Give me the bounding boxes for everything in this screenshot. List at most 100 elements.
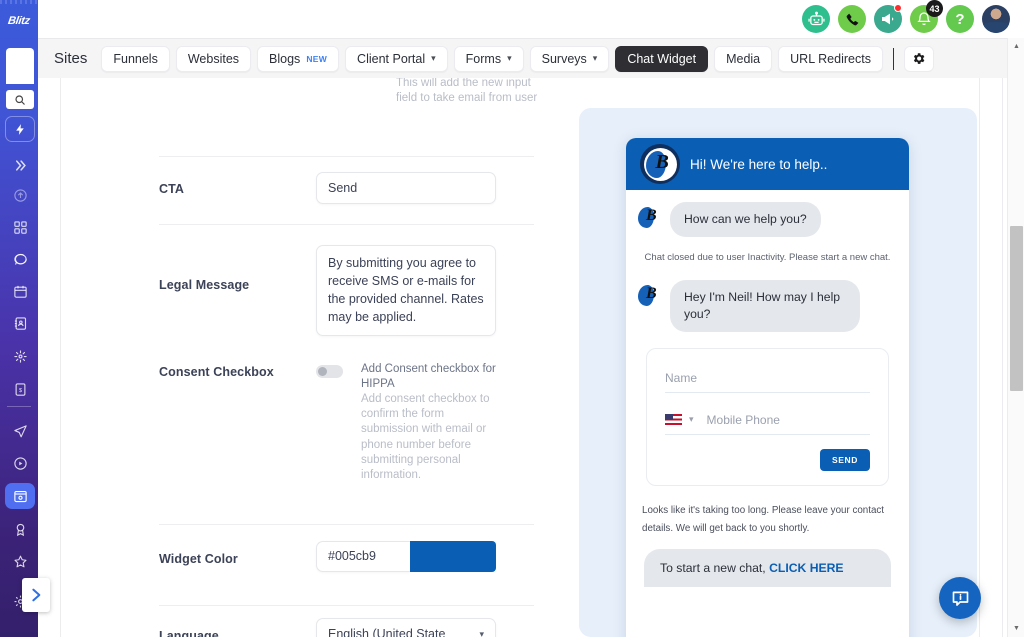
notifications-bell-icon[interactable]: 43 [910, 0, 943, 33]
help-icon[interactable]: ? [946, 5, 974, 33]
tab-label: Funnels [113, 51, 158, 66]
divider [159, 524, 534, 525]
bot-message: Hey I'm Neil! How may I help you? [670, 280, 860, 332]
sidebar-item-marketing[interactable] [5, 418, 35, 444]
scroll-up-glyph: ▲ [1013, 43, 1020, 50]
sidebar-expand-button[interactable] [22, 578, 50, 612]
tab-url-redirects[interactable]: URL Redirects [778, 45, 883, 72]
widget-color-input[interactable]: #005cb9 [316, 541, 410, 572]
chat-info-fab[interactable] [939, 577, 981, 619]
brand-logo[interactable]: Blitz [0, 8, 38, 34]
page-scrollbar-thumb[interactable] [1010, 226, 1023, 391]
tab-label: Forms [465, 51, 502, 66]
tab-label: Client Portal [357, 51, 426, 66]
app-root: Blitz $ 43 ? Sites Funnels Websites Blog… [0, 0, 1024, 637]
sidebar-item-payments[interactable]: $ [5, 376, 35, 402]
brand-avatar-icon: B [640, 144, 680, 184]
section-nav: Sites Funnels Websites Blogs NEW Client … [38, 38, 1024, 78]
bot-avatar-icon: B [638, 206, 662, 230]
language-label: Language [159, 629, 219, 637]
megaphone-alert-dot [894, 4, 902, 12]
content-right-border [1002, 78, 1003, 637]
widget-preview-panel: B Hi! We're here to help.. B How can we … [579, 108, 977, 637]
sidebar-item-dashboard[interactable] [5, 214, 35, 240]
scroll-down-arrow-icon[interactable]: ▼ [1008, 620, 1024, 637]
widget-color-control[interactable]: #005cb9 [316, 541, 496, 572]
divider [159, 156, 534, 157]
gear-icon[interactable] [903, 45, 934, 72]
megaphone-icon[interactable] [874, 4, 902, 33]
consent-title: Add Consent checkbox for HIPPA [361, 363, 496, 391]
tab-forms[interactable]: Forms ▾ [453, 45, 524, 72]
settings-card: This will add the new input field to tak… [60, 78, 980, 637]
tab-websites[interactable]: Websites [175, 45, 252, 72]
name-field[interactable]: Name [665, 371, 870, 393]
widget-header: B Hi! We're here to help.. [626, 138, 909, 190]
sidebar-item-reporting[interactable] [5, 548, 35, 574]
sidebar-top-dots [0, 0, 38, 4]
avatar[interactable] [982, 5, 1010, 33]
legal-message-textarea[interactable]: By submitting you agree to receive SMS o… [316, 245, 496, 336]
timeout-note: Looks like it's taking too long. Please … [642, 504, 885, 535]
sidebar-item-automation[interactable] [5, 450, 35, 476]
new-chat-prefix: To start a new chat, [660, 561, 766, 575]
phone-field[interactable]: ▾ Mobile Phone [665, 413, 870, 435]
chat-widget-settings-form: This will add the new input field to tak… [61, 78, 537, 637]
consent-checkbox-label: Consent Checkbox [159, 365, 274, 379]
sidebar-item-conversations[interactable] [5, 246, 35, 272]
bot-message-row: B How can we help you? [626, 190, 909, 237]
tab-media[interactable]: Media [714, 45, 773, 72]
new-chat-prompt: To start a new chat, CLICK HERE [644, 549, 891, 587]
tab-client-portal[interactable]: Client Portal ▾ [345, 45, 448, 72]
robot-icon[interactable] [802, 5, 830, 33]
sidebar-item-sites[interactable] [5, 483, 35, 509]
phone-placeholder: Mobile Phone [706, 412, 780, 427]
tab-label: Media [726, 51, 761, 66]
chevron-down-icon[interactable]: ▾ [689, 414, 694, 425]
tab-label: Chat Widget [627, 51, 697, 66]
sidebar-item-reputation[interactable] [5, 516, 35, 542]
tab-funnels[interactable]: Funnels [101, 45, 170, 72]
click-here-link[interactable]: CLICK HERE [769, 561, 843, 575]
sidebar-item-expand[interactable] [5, 152, 35, 178]
scroll-down-glyph: ▼ [1013, 625, 1020, 632]
page-scrollbar[interactable]: ▲ ▼ [1007, 38, 1024, 637]
tab-chat-widget[interactable]: Chat Widget [615, 45, 709, 72]
lead-capture-form: Name ▾ Mobile Phone SEND [646, 347, 889, 486]
tab-blogs[interactable]: Blogs NEW [257, 45, 340, 72]
sidebar-item-upgrade[interactable] [5, 182, 35, 208]
scroll-up-arrow-icon[interactable]: ▲ [1008, 38, 1024, 55]
sidebar-item-calendar[interactable] [5, 278, 35, 304]
logo-letter: B [655, 150, 669, 173]
widget-header-text: Hi! We're here to help.. [690, 156, 828, 172]
tab-surveys[interactable]: Surveys ▾ [529, 45, 610, 72]
page-title: Sites [54, 50, 88, 67]
new-badge: NEW [306, 53, 328, 64]
send-button[interactable]: SEND [819, 448, 870, 471]
sidebar-item-contacts[interactable] [5, 310, 35, 336]
bot-avatar-icon: B [638, 284, 662, 308]
tab-label: Surveys [541, 51, 587, 66]
chevron-down-icon: ▾ [592, 53, 598, 63]
language-select[interactable]: English (United State ▾ [316, 618, 496, 637]
content-area: This will add the new input field to tak… [38, 78, 1003, 637]
left-sidebar: Blitz $ [0, 0, 50, 637]
consent-toggle[interactable] [316, 365, 343, 378]
sidebar-active-panel [6, 48, 34, 84]
chat-widget-preview: B Hi! We're here to help.. B How can we … [626, 138, 909, 637]
svg-text:$: $ [18, 388, 22, 394]
tab-label: Blogs [269, 51, 301, 66]
help-label: ? [955, 10, 965, 28]
search-icon[interactable] [6, 90, 34, 109]
phone-icon[interactable] [838, 5, 866, 33]
consent-description: Add consent checkbox to confirm the form… [361, 393, 490, 481]
chevron-down-icon: ▾ [507, 53, 512, 63]
chevron-down-icon: ▾ [479, 628, 484, 637]
widget-color-swatch[interactable] [410, 541, 496, 572]
sidebar-divider [7, 406, 31, 407]
cta-input[interactable]: Send [316, 172, 496, 204]
sidebar-item-opportunities[interactable] [5, 343, 35, 369]
cta-label: CTA [159, 182, 185, 196]
us-flag-icon [665, 414, 682, 426]
sidebar-item-quick-actions[interactable] [5, 116, 35, 142]
